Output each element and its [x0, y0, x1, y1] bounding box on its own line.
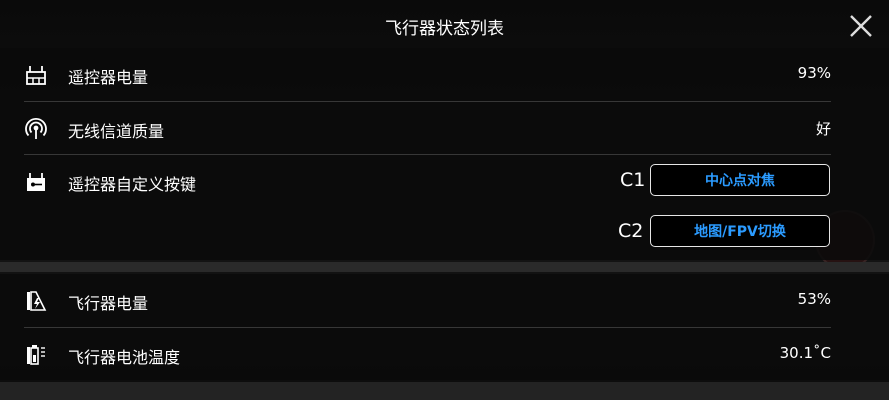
- battery-temperature-row: 飞行器电池温度 30.1˚C: [0, 328, 889, 381]
- rc-battery-value: 93%: [797, 64, 831, 82]
- c1-action-button[interactable]: 中心点对焦: [650, 164, 830, 196]
- battery-temperature-label: 飞行器电池温度: [68, 348, 181, 367]
- remote-status-group: 遥控器电量 93% 无线信道质量 好 遥控器自定义按键 C1 中心点对焦 C2 …: [0, 48, 889, 260]
- signal-quality-label: 无线信道质量: [68, 122, 165, 141]
- panel-title: 飞行器状态列表: [385, 19, 504, 39]
- remote-controller-icon: [26, 66, 46, 85]
- aircraft-battery-row: 飞行器电量 53%: [0, 274, 889, 327]
- battery-temperature-value: 30.1˚C: [779, 344, 831, 362]
- aircraft-battery-label: 飞行器电量: [68, 294, 149, 313]
- aircraft-battery-icon: [27, 291, 47, 311]
- c1-key-label: C1: [620, 169, 646, 191]
- aircraft-status-panel: 飞行器状态列表 遥控器电量 93% 无线信道质量 好 遥控器自定义按键 C1 中…: [0, 0, 889, 400]
- signal-quality-value: 好: [815, 120, 831, 138]
- rc-battery-row: 遥控器电量 93%: [0, 48, 889, 101]
- aircraft-status-group: 飞行器电量 53% 飞行器电池温度 30.1˚C: [0, 274, 889, 380]
- c2-key-label: C2: [618, 220, 644, 242]
- custom-keys-row: 遥控器自定义按键 C1 中心点对焦 C2 地图/FPV切换: [0, 155, 889, 260]
- battery-temperature-icon: [27, 345, 45, 365]
- close-icon[interactable]: [847, 12, 875, 40]
- c2-action-button[interactable]: 地图/FPV切换: [650, 215, 830, 247]
- wireless-signal-icon: [25, 117, 47, 139]
- rc-battery-label: 遥控器电量: [68, 68, 149, 87]
- aircraft-battery-value: 53%: [797, 290, 831, 308]
- custom-keys-label: 遥控器自定义按键: [68, 175, 197, 194]
- signal-quality-row: 无线信道质量 好: [0, 102, 889, 155]
- remote-key-icon: [27, 173, 45, 191]
- bottom-strip: [0, 382, 889, 400]
- section-separator: [0, 262, 889, 272]
